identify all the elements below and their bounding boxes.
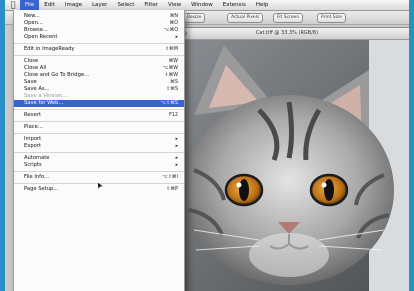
menu-item-shortcut: ⇧⌘P bbox=[166, 187, 178, 192]
menu-item-close-and-go-to-bridge[interactable]: Close and Go To Bridge... ⇧⌘W bbox=[14, 72, 184, 79]
menu-image[interactable]: Image bbox=[60, 0, 87, 10]
menu-item-shortcut: ⌘S bbox=[170, 80, 178, 85]
menu-item-close-all[interactable]: Close All ⌥⌘W bbox=[14, 65, 184, 72]
menu-item-label: New... bbox=[24, 13, 40, 19]
menu-item-new[interactable]: New... ⌘N bbox=[14, 13, 184, 20]
menu-window[interactable]: Window bbox=[186, 0, 218, 10]
menu-item-shortcut: F12 bbox=[169, 113, 178, 118]
menu-item-shortcut: ⌥⌘O bbox=[163, 28, 178, 33]
menu-item-label: Open Recent bbox=[24, 34, 58, 40]
menu-item-import[interactable]: Import ▸ bbox=[14, 136, 184, 143]
menu-item-open[interactable]: Open... ⌘O bbox=[14, 20, 184, 27]
menu-item-label: Page Setup... bbox=[24, 186, 59, 192]
menu-separator bbox=[14, 133, 184, 134]
menu-item-label: Export bbox=[24, 143, 41, 149]
menu-item-shortcut: ⇧⌘M bbox=[165, 47, 178, 52]
menu-item-place[interactable]: Place... bbox=[14, 124, 184, 131]
menu-separator bbox=[14, 43, 184, 44]
menu-select[interactable]: Select bbox=[112, 0, 139, 10]
actual-pixels-button[interactable]: Actual Pixels bbox=[227, 13, 264, 23]
menu-separator bbox=[14, 171, 184, 172]
menu-item-shortcut: ⌘N bbox=[169, 14, 178, 19]
menu-separator bbox=[14, 121, 184, 122]
menu-item-shortcut: ▸ bbox=[175, 137, 178, 142]
photoshop-window:  File Edit Image Layer Select Filter Vi… bbox=[5, 0, 409, 291]
menu-item-shortcut: ▸ bbox=[175, 156, 178, 161]
menu-item-save-a-version: Save a Version... bbox=[14, 93, 184, 100]
menu-separator bbox=[14, 152, 184, 153]
menu-item-label: File Info... bbox=[24, 174, 50, 180]
menu-item-revert[interactable]: Revert F12 bbox=[14, 112, 184, 119]
menu-item-label: Save a Version... bbox=[24, 93, 68, 99]
menu-item-label: Scripts bbox=[24, 162, 42, 168]
resize-checkbox[interactable]: Resize bbox=[183, 13, 206, 23]
menu-item-shortcut: ▸ bbox=[175, 144, 178, 149]
menu-item-label: Automate bbox=[24, 155, 50, 161]
menu-item-label: Save for Web... bbox=[24, 100, 64, 106]
menu-item-shortcut: ▸ bbox=[175, 163, 178, 168]
menu-file[interactable]: File bbox=[20, 0, 40, 10]
menu-item-scripts[interactable]: Scripts ▸ bbox=[14, 162, 184, 169]
menu-layer[interactable]: Layer bbox=[87, 0, 112, 10]
menu-item-save[interactable]: Save ⌘S bbox=[14, 79, 184, 86]
menu-edit[interactable]: Edit bbox=[39, 0, 60, 10]
menu-item-label: Close All bbox=[24, 65, 47, 71]
menu-item-label: Close and Go To Bridge... bbox=[24, 72, 89, 78]
menu-item-shortcut: ⌥⇧⌘S bbox=[160, 101, 178, 106]
menu-item-export[interactable]: Export ▸ bbox=[14, 143, 184, 150]
menu-filter[interactable]: Filter bbox=[139, 0, 163, 10]
menu-item-shortcut: ⇧⌘S bbox=[166, 87, 178, 92]
menu-item-label: Edit in ImageReady bbox=[24, 46, 75, 52]
menu-item-browse[interactable]: Browse... ⌥⌘O bbox=[14, 27, 184, 34]
menu-item-shortcut: ⌥⌘W bbox=[162, 66, 178, 71]
apple-menu-icon[interactable]:  bbox=[8, 0, 18, 10]
menu-view[interactable]: View bbox=[163, 0, 186, 10]
menu-item-shortcut: ⌥⇧⌘I bbox=[162, 175, 178, 180]
menu-item-label: Open... bbox=[24, 20, 43, 26]
fit-screen-button[interactable]: Fit Screen bbox=[273, 13, 304, 23]
menu-item-shortcut: ▸ bbox=[175, 35, 178, 40]
document-title-bar[interactable]: Cat.tiff @ 33.3% (RGB/8) bbox=[164, 28, 409, 40]
menu-item-close[interactable]: Close ⌘W bbox=[14, 58, 184, 65]
menu-separator bbox=[14, 109, 184, 110]
menu-item-label: Place... bbox=[24, 124, 43, 130]
print-size-button[interactable]: Print Size bbox=[317, 13, 347, 23]
menu-separator bbox=[14, 55, 184, 56]
document-window: Cat.tiff @ 33.3% (RGB/8) bbox=[163, 27, 409, 291]
kitten-photo[interactable] bbox=[164, 40, 409, 291]
menu-item-save-as[interactable]: Save As... ⇧⌘S bbox=[14, 86, 184, 93]
kitten-image bbox=[164, 40, 409, 291]
menu-help[interactable]: Help bbox=[251, 0, 274, 10]
menu-item-shortcut: ⇧⌘W bbox=[164, 73, 178, 78]
file-menu-dropdown: New... ⌘N Open... ⌘O Browse... ⌥⌘O Open Recent… bbox=[13, 10, 185, 291]
menu-item-label: Revert bbox=[24, 112, 41, 118]
menu-item-label: Save As... bbox=[24, 86, 50, 92]
menu-item-open-recent[interactable]: Open Recent ▸ bbox=[14, 34, 184, 41]
menu-item-edit-in-imageready[interactable]: Edit in ImageReady ⇧⌘M bbox=[14, 46, 184, 53]
menu-item-label: Browse... bbox=[24, 27, 48, 33]
menu-item-label: Save bbox=[24, 79, 37, 85]
menu-item-label: Close bbox=[24, 58, 39, 64]
menu-item-automate[interactable]: Automate ▸ bbox=[14, 155, 184, 162]
menu-item-label: Import bbox=[24, 136, 42, 142]
menu-item-shortcut: ⌘O bbox=[169, 21, 178, 26]
menu-extensis[interactable]: Extensis bbox=[218, 0, 251, 10]
menu-item-shortcut: ⌘W bbox=[168, 59, 178, 64]
document-title: Cat.tiff @ 33.3% (RGB/8) bbox=[255, 30, 319, 36]
menu-item-save-for-web[interactable]: Save for Web... ⌥⇧⌘S bbox=[14, 100, 184, 107]
